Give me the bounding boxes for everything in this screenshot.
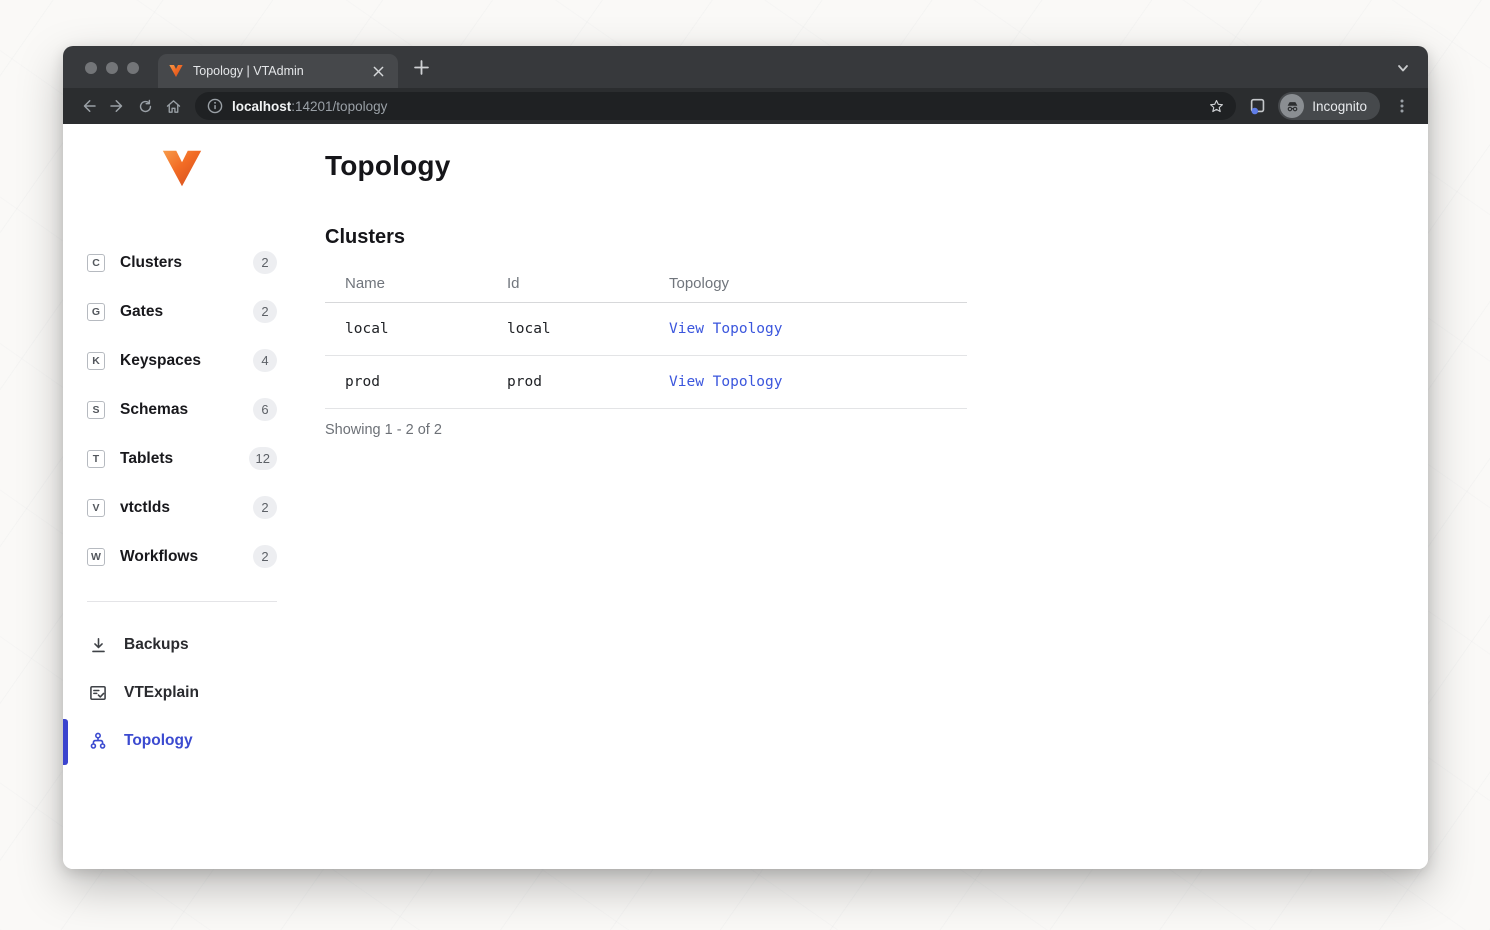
sidebar-item-vtctlds[interactable]: V vtctlds 2	[87, 483, 277, 532]
browser-menu-icon[interactable]	[1388, 92, 1416, 120]
chevron-down-icon[interactable]	[1394, 59, 1412, 77]
sidebar-tools: Backups VTExplain Topology	[63, 621, 301, 765]
count-badge: 2	[253, 251, 277, 274]
sidebar-item-label: VTExplain	[124, 684, 199, 702]
sidebar-nav: C Clusters 2 G Gates 2 K Keyspaces 4 S S…	[63, 238, 301, 581]
sidebar-item-topology[interactable]: Topology	[87, 717, 277, 765]
minimize-window-button[interactable]	[106, 62, 118, 74]
sidebar: C Clusters 2 G Gates 2 K Keyspaces 4 S S…	[63, 124, 301, 869]
sidebar-item-schemas[interactable]: S Schemas 6	[87, 385, 277, 434]
browser-window: Topology | VTAdmin loca	[63, 46, 1428, 869]
document-check-icon	[87, 682, 109, 704]
tab-title: Topology | VTAdmin	[193, 64, 368, 78]
schemas-letter-icon: S	[87, 401, 105, 419]
vtadmin-page: C Clusters 2 G Gates 2 K Keyspaces 4 S S…	[63, 124, 1428, 869]
view-topology-link[interactable]: View Topology	[669, 321, 783, 337]
sidebar-item-workflows[interactable]: W Workflows 2	[87, 532, 277, 581]
window-controls[interactable]	[85, 62, 139, 74]
clusters-table: Name Id Topology local local View Topolo…	[325, 267, 967, 409]
forward-icon[interactable]	[103, 92, 131, 120]
address-bar[interactable]: localhost:14201/topology	[195, 92, 1236, 120]
side-panel-icon[interactable]	[1244, 92, 1272, 120]
main-content: Topology Clusters Name Id Topology local…	[301, 124, 1428, 869]
count-badge: 4	[253, 349, 277, 372]
site-info-icon[interactable]	[207, 98, 223, 114]
close-window-button[interactable]	[85, 62, 97, 74]
table-row: prod prod View Topology	[325, 356, 967, 409]
count-badge: 2	[253, 545, 277, 568]
browser-tab[interactable]: Topology | VTAdmin	[158, 54, 398, 88]
sidebar-item-label: Workflows	[120, 548, 198, 566]
table-header-row: Name Id Topology	[325, 267, 967, 303]
cluster-topology-cell: View Topology	[649, 356, 967, 409]
cluster-name-cell: prod	[325, 356, 487, 409]
vtctlds-letter-icon: V	[87, 499, 105, 517]
sidebar-item-label: Topology	[124, 732, 193, 750]
sidebar-item-label: vtctlds	[120, 499, 170, 517]
sidebar-item-vtexplain[interactable]: VTExplain	[87, 669, 277, 717]
workflows-letter-icon: W	[87, 548, 105, 566]
url-path: :14201/topology	[291, 99, 387, 114]
zoom-window-button[interactable]	[127, 62, 139, 74]
cluster-id-cell: local	[487, 303, 649, 356]
sidebar-item-label: Tablets	[120, 450, 173, 468]
reload-icon[interactable]	[131, 92, 159, 120]
sidebar-item-clusters[interactable]: C Clusters 2	[87, 238, 277, 287]
sidebar-item-backups[interactable]: Backups	[87, 621, 277, 669]
active-nav-indicator	[63, 719, 68, 765]
new-tab-icon[interactable]	[411, 57, 431, 77]
column-header-topology: Topology	[649, 267, 967, 303]
tablets-letter-icon: T	[87, 450, 105, 468]
cluster-topology-cell: View Topology	[649, 303, 967, 356]
count-badge: 12	[249, 447, 277, 470]
page-title: Topology	[325, 150, 1428, 182]
incognito-label: Incognito	[1312, 99, 1367, 114]
cluster-id-cell: prod	[487, 356, 649, 409]
topology-icon	[87, 730, 109, 752]
clusters-section-title: Clusters	[325, 226, 1428, 249]
sidebar-divider	[87, 601, 277, 602]
sidebar-item-label: Keyspaces	[120, 352, 201, 370]
count-badge: 2	[253, 300, 277, 323]
home-icon[interactable]	[159, 92, 187, 120]
vitess-favicon	[168, 63, 184, 79]
cluster-name-cell: local	[325, 303, 487, 356]
tab-strip: Topology | VTAdmin	[63, 46, 1428, 88]
back-icon[interactable]	[75, 92, 103, 120]
column-header-name: Name	[325, 267, 487, 303]
pagination-status: Showing 1 - 2 of 2	[325, 422, 1428, 438]
count-badge: 6	[253, 398, 277, 421]
table-row: local local View Topology	[325, 303, 967, 356]
incognito-spy-icon	[1280, 94, 1304, 118]
close-tab-icon[interactable]	[368, 61, 388, 81]
url-text[interactable]: localhost:14201/topology	[232, 99, 387, 114]
sidebar-item-label: Schemas	[120, 401, 188, 419]
vitess-logo[interactable]	[159, 145, 205, 191]
view-topology-link[interactable]: View Topology	[669, 374, 783, 390]
url-host: localhost	[232, 99, 291, 114]
sidebar-item-keyspaces[interactable]: K Keyspaces 4	[87, 336, 277, 385]
sidebar-item-tablets[interactable]: T Tablets 12	[87, 434, 277, 483]
incognito-badge[interactable]: Incognito	[1278, 92, 1380, 120]
sidebar-item-label: Backups	[124, 636, 189, 654]
clusters-letter-icon: C	[87, 254, 105, 272]
column-header-id: Id	[487, 267, 649, 303]
sidebar-item-gates[interactable]: G Gates 2	[87, 287, 277, 336]
browser-toolbar: localhost:14201/topology Incognito	[63, 88, 1428, 124]
keyspaces-letter-icon: K	[87, 352, 105, 370]
download-icon	[87, 634, 109, 656]
sidebar-item-label: Clusters	[120, 254, 182, 272]
bookmark-star-icon[interactable]	[1202, 92, 1230, 120]
gates-letter-icon: G	[87, 303, 105, 321]
sidebar-item-label: Gates	[120, 303, 163, 321]
count-badge: 2	[253, 496, 277, 519]
